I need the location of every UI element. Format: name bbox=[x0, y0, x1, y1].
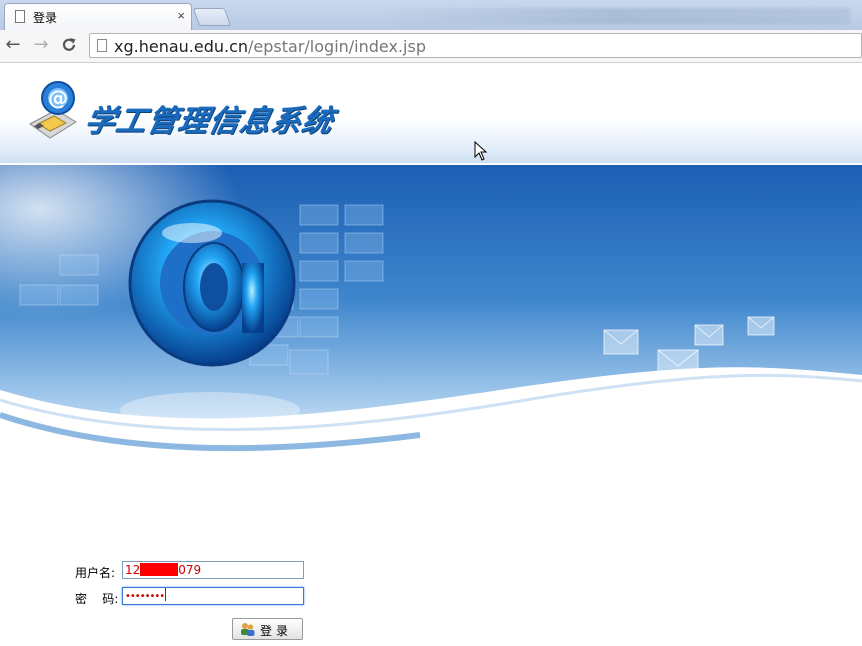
redaction-block bbox=[140, 563, 179, 576]
username-suffix: 079 bbox=[178, 563, 202, 577]
new-tab-button[interactable] bbox=[192, 8, 232, 26]
text-caret bbox=[165, 588, 167, 601]
banner-graphic bbox=[0, 165, 862, 465]
username-label: 用户名: bbox=[75, 566, 116, 580]
mouse-cursor-icon bbox=[474, 141, 488, 161]
browser-toolbar: ← → xg.henau.edu.cn/epstar/login/index.j… bbox=[0, 30, 862, 63]
browser-tab[interactable]: 登录 × bbox=[4, 3, 192, 30]
username-prefix: 12 bbox=[125, 563, 141, 577]
password-mask: •••••••• bbox=[125, 591, 165, 602]
svg-text:@: @ bbox=[48, 86, 68, 110]
login-button[interactable]: 登录 bbox=[232, 618, 303, 640]
password-label: 密 码: bbox=[75, 592, 119, 606]
page-icon bbox=[97, 39, 107, 52]
page-content: @ 学工管理信息系统 用户名: 12 079 密 码: •••••••• 登录 bbox=[0, 63, 862, 646]
tab-close-icon[interactable]: × bbox=[177, 8, 185, 23]
system-title: 学工管理信息系统 bbox=[81, 104, 337, 139]
page-icon bbox=[15, 10, 25, 23]
tab-title: 登录 bbox=[33, 11, 58, 25]
username-input[interactable]: 12 079 bbox=[122, 561, 304, 579]
back-arrow-icon[interactable]: ← bbox=[2, 34, 24, 56]
login-button-label: 登录 bbox=[260, 624, 293, 638]
address-bar[interactable]: xg.henau.edu.cn/epstar/login/index.jsp bbox=[89, 33, 862, 58]
url-text[interactable]: xg.henau.edu.cn/epstar/login/index.jsp bbox=[114, 37, 426, 56]
users-icon bbox=[241, 623, 255, 636]
login-form: 用户名: 12 079 密 码: •••••••• 登录 bbox=[0, 561, 862, 646]
blurred-taskbar bbox=[380, 8, 850, 24]
url-path: /epstar/login/index.jsp bbox=[248, 37, 426, 56]
site-header: @ 学工管理信息系统 bbox=[0, 63, 862, 163]
browser-tab-strip: 登录 × bbox=[0, 0, 862, 30]
url-host: xg.henau.edu.cn bbox=[114, 37, 249, 56]
at-sign-disk-icon: @ bbox=[29, 81, 77, 139]
password-input[interactable]: •••••••• bbox=[122, 587, 304, 605]
forward-arrow-icon[interactable]: → bbox=[30, 34, 52, 56]
reload-icon[interactable] bbox=[58, 34, 80, 56]
